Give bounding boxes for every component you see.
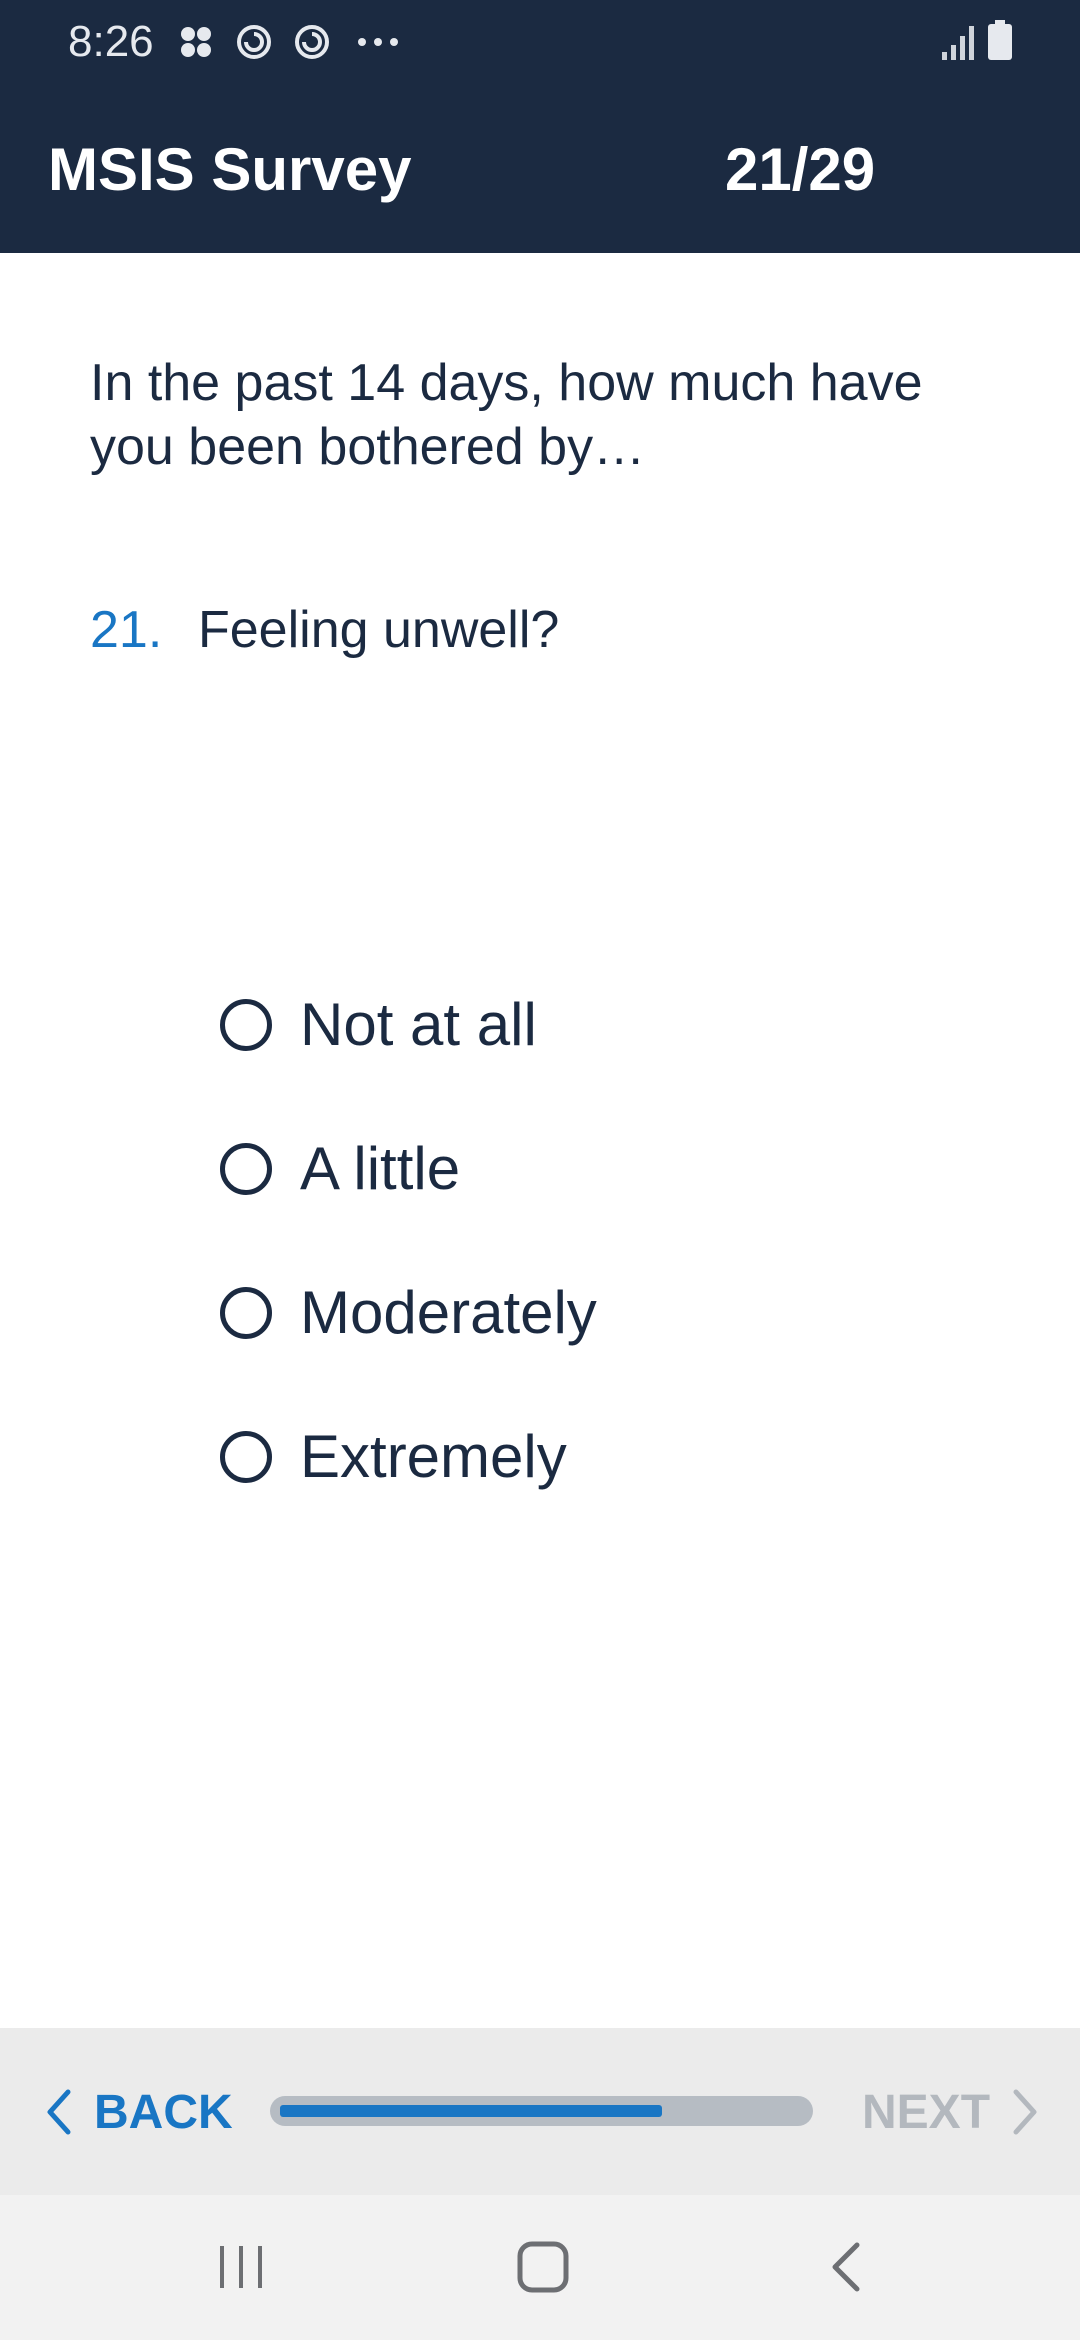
battery-icon <box>988 20 1012 65</box>
sync-icon <box>292 22 332 62</box>
option-label: A little <box>300 1135 461 1202</box>
answer-options: Not at all A little Moderately Extremely <box>220 953 980 1529</box>
more-dots-icon <box>350 22 406 62</box>
system-status-icons <box>942 20 1012 65</box>
top-bar: 8:26 MSIS Survey 21/29 <box>0 0 1080 253</box>
notification-icons <box>176 22 406 62</box>
sync-icon <box>234 22 274 62</box>
status-time: 8:26 <box>68 17 154 66</box>
option-label: Extremely <box>300 1423 567 1490</box>
apps-grid-icon <box>176 22 216 62</box>
back-icon[interactable] <box>806 2231 886 2303</box>
question-number: 21. <box>90 601 163 659</box>
next-label: NEXT <box>862 2085 991 2139</box>
survey-navigation-bar: BACK NEXT <box>0 2028 1080 2195</box>
question-intro: In the past 14 days, how much have you b… <box>90 354 923 476</box>
signal-icon <box>942 24 976 65</box>
option-label: Moderately <box>300 1279 597 1346</box>
home-icon[interactable] <box>503 2231 583 2303</box>
radio-button[interactable] <box>220 999 272 1051</box>
option-extremely[interactable]: Extremely <box>220 1385 980 1529</box>
option-a-little[interactable]: A little <box>220 1097 980 1241</box>
radio-button[interactable] <box>220 1143 272 1195</box>
chevron-right-icon <box>1013 2089 1037 2135</box>
status-bar: 8:26 <box>0 0 1080 84</box>
chevron-left-icon <box>47 2089 71 2135</box>
page-title: MSIS Survey <box>48 136 412 203</box>
radio-button[interactable] <box>220 1287 272 1339</box>
survey-screen: 8:26 MSIS Survey 21/29 In the past 14 da… <box>0 0 1080 2340</box>
system-navigation-bar <box>0 2195 1080 2340</box>
question: 21. Feeling unwell? <box>90 598 559 662</box>
recent-apps-icon[interactable] <box>201 2231 281 2303</box>
back-label: BACK <box>94 2085 233 2139</box>
progress-bar <box>270 2096 813 2126</box>
radio-button[interactable] <box>220 1431 272 1483</box>
option-label: Not at all <box>300 991 537 1058</box>
progress-fill <box>280 2105 662 2117</box>
question-text: Feeling unwell? <box>198 601 560 659</box>
next-button[interactable]: NEXT <box>862 2080 1038 2144</box>
question-counter: 21/29 <box>725 136 876 203</box>
option-moderately[interactable]: Moderately <box>220 1241 980 1385</box>
app-header: MSIS Survey 21/29 <box>0 130 1080 210</box>
survey-content: In the past 14 days, how much have you b… <box>0 253 1080 2028</box>
back-button[interactable]: BACK <box>46 2080 233 2144</box>
option-not-at-all[interactable]: Not at all <box>220 953 980 1097</box>
